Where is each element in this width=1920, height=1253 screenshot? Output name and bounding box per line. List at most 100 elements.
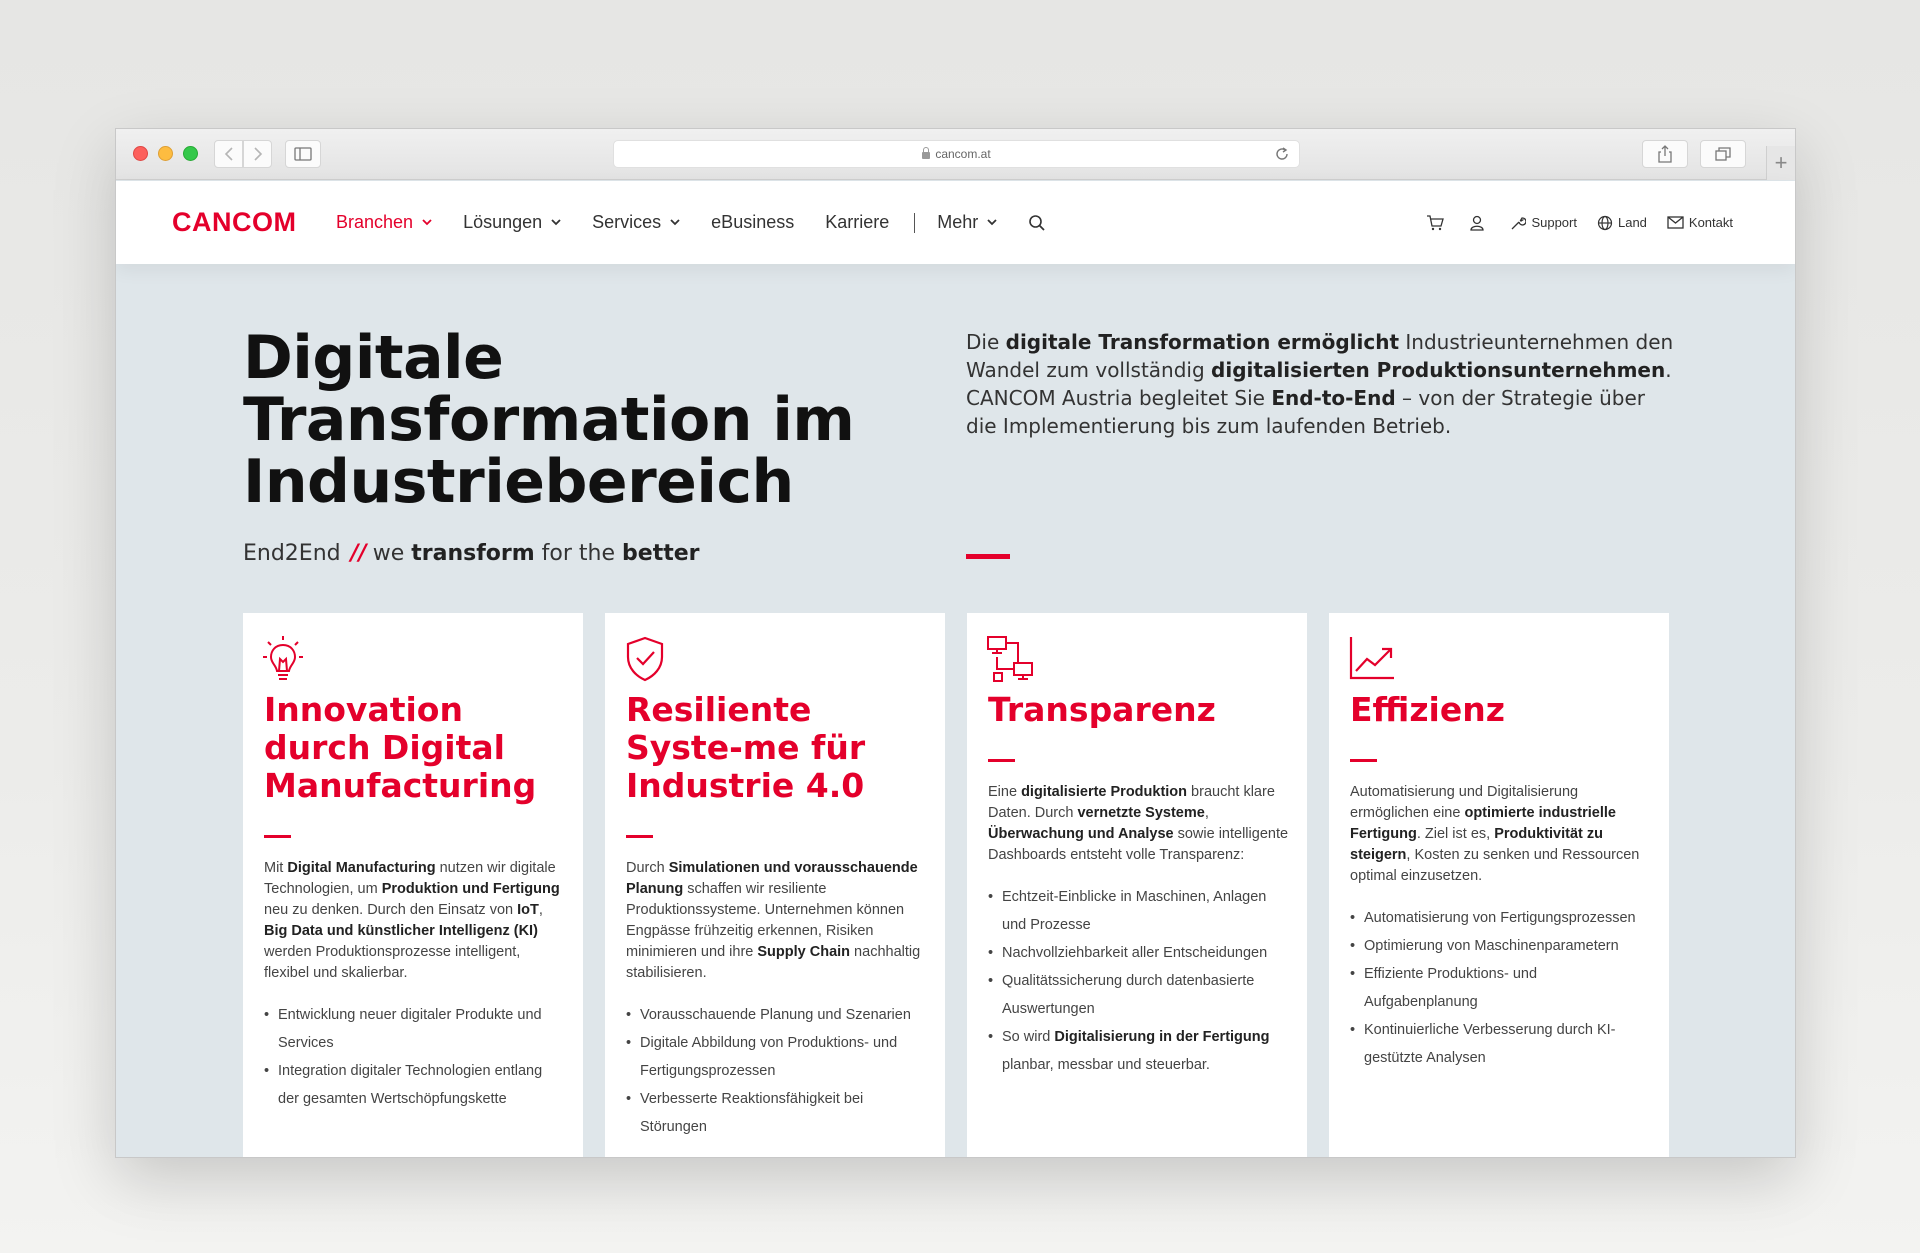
lock-icon bbox=[922, 146, 931, 159]
card-text: Durch Simulationen und vorausschauende P… bbox=[626, 858, 928, 984]
card-bullet-list: Automatisierung von Fertigungsprozessen … bbox=[1350, 904, 1652, 1072]
slogan-slash: // bbox=[350, 541, 367, 566]
card-text: Mit Digital Manufacturing nutzen wir dig… bbox=[264, 858, 566, 984]
list-item: Optimierung von Maschinenparametern bbox=[1350, 932, 1652, 960]
card-body: Durch Simulationen und vorausschauende P… bbox=[626, 858, 928, 1141]
card-body: Mit Digital Manufacturing nutzen wir dig… bbox=[264, 858, 566, 1113]
text-part: Supply Chain bbox=[757, 944, 851, 960]
text-part: Big Data und künstlicher Intelligenz (KI… bbox=[264, 923, 538, 939]
tabs-icon bbox=[1715, 147, 1731, 161]
sidebar-toggle-button[interactable] bbox=[285, 140, 321, 168]
forward-button[interactable] bbox=[243, 140, 272, 168]
nav-divider bbox=[914, 212, 916, 233]
address-bar[interactable]: cancom.at bbox=[613, 140, 1300, 168]
search-icon[interactable] bbox=[1028, 214, 1046, 232]
share-icon bbox=[1658, 145, 1672, 163]
cancom-logo[interactable]: CANCOM bbox=[172, 207, 297, 238]
intro-text: Die digitale Transformation ermöglicht I… bbox=[966, 328, 1681, 440]
card-accent bbox=[1350, 759, 1377, 762]
text-part: Digital Manufacturing bbox=[287, 860, 436, 876]
nav-item-label: Karriere bbox=[825, 212, 890, 232]
feature-card: Transparenz Eine digitalisierte Produkti… bbox=[967, 613, 1307, 1157]
network-devices-icon bbox=[987, 636, 1033, 682]
intro-part: Die bbox=[966, 330, 1006, 354]
chevron-left-icon bbox=[224, 147, 233, 161]
text-part: Eine bbox=[988, 784, 1022, 800]
card-body: Automatisierung und Digitalisierung ermö… bbox=[1350, 782, 1652, 1072]
list-item: Effiziente Produktions- und Aufgabenplan… bbox=[1350, 960, 1652, 1016]
trending-chart-icon bbox=[1349, 637, 1394, 680]
card-title: Resiliente Syste-me für Industrie 4.0 bbox=[626, 690, 866, 805]
nav-item-label: Lösungen bbox=[463, 212, 543, 232]
nav-item-label: Branchen bbox=[336, 212, 414, 232]
text-part: vernetzte Systeme bbox=[1077, 805, 1205, 821]
nav-item-karriere[interactable]: Karriere bbox=[825, 212, 889, 233]
list-item: Integration digitaler Technologien entla… bbox=[264, 1057, 566, 1113]
card-bullet-list: Entwicklung neuer digitaler Produkte und… bbox=[264, 1001, 566, 1113]
main-navigation: Branchen Lösungen Services eBusiness Kar… bbox=[336, 181, 1046, 264]
nav-item-mehr[interactable]: Mehr bbox=[937, 212, 997, 233]
chevron-down-icon bbox=[987, 219, 997, 226]
text-part: , bbox=[538, 902, 543, 918]
list-item: Entwicklung neuer digitaler Produkte und… bbox=[264, 1001, 566, 1057]
url-text: cancom.at bbox=[935, 147, 991, 161]
feature-card: Resiliente Syste-me für Industrie 4.0 Du… bbox=[605, 613, 945, 1157]
text-part: planbar, messbar und steuerbar. bbox=[1002, 1057, 1210, 1073]
intro-part: digitale Transformation ermöglicht bbox=[1005, 330, 1400, 354]
text-part: , bbox=[1204, 805, 1209, 821]
nav-item-loesungen[interactable]: Lösungen bbox=[463, 212, 561, 233]
card-title: Transparenz bbox=[988, 690, 1216, 729]
text-part: Mit bbox=[264, 860, 288, 876]
text-part: Überwachung und Analyse bbox=[988, 826, 1174, 842]
slogan: End2End //we transform for the better bbox=[243, 541, 700, 566]
text-part: IoT bbox=[517, 902, 539, 918]
land-label: Land bbox=[1617, 215, 1647, 230]
card-title: Innovation durch Digital Manufacturing bbox=[264, 690, 537, 805]
card-body: Eine digitalisierte Produktion braucht k… bbox=[988, 782, 1290, 1079]
kontakt-label: Kontakt bbox=[1688, 215, 1733, 230]
slogan-part: we bbox=[372, 541, 405, 566]
reload-icon[interactable] bbox=[1274, 146, 1290, 162]
back-button[interactable] bbox=[214, 140, 243, 168]
slogan-part: End2End bbox=[243, 541, 341, 566]
list-item: Verbesserte Reaktionsfähigkeit bei Störu… bbox=[626, 1085, 928, 1141]
card-accent bbox=[626, 835, 653, 838]
account-button[interactable] bbox=[1469, 215, 1490, 231]
cart-button[interactable] bbox=[1426, 214, 1449, 231]
nav-item-branchen[interactable]: Branchen bbox=[336, 212, 432, 233]
country-selector[interactable]: Land bbox=[1597, 215, 1647, 231]
title-line: Digitale bbox=[243, 323, 504, 393]
chevron-down-icon bbox=[422, 219, 432, 226]
globe-icon bbox=[1597, 215, 1613, 230]
lightbulb-icon bbox=[263, 636, 303, 680]
card-accent bbox=[264, 835, 291, 838]
text-part: So wird bbox=[1002, 1029, 1055, 1045]
maximize-window-button[interactable] bbox=[183, 146, 198, 161]
chevron-down-icon bbox=[670, 219, 680, 226]
title-line: Transformation im bbox=[243, 385, 855, 455]
sidebar-icon bbox=[294, 147, 312, 161]
share-button[interactable] bbox=[1642, 140, 1688, 168]
utility-navigation: Support Land Kontakt bbox=[1406, 181, 1733, 264]
text-part: werden Produktionsprozesse intelligent, … bbox=[264, 944, 521, 981]
new-tab-button[interactable]: + bbox=[1766, 146, 1795, 180]
feature-card: Innovation durch Digital Manufacturing M… bbox=[243, 613, 583, 1157]
slogan-part: better bbox=[622, 541, 700, 566]
text-part: Produktion und Fertigung bbox=[381, 881, 560, 897]
card-title: Effizienz bbox=[1350, 690, 1505, 729]
close-window-button[interactable] bbox=[133, 146, 148, 161]
minimize-window-button[interactable] bbox=[158, 146, 173, 161]
mail-icon bbox=[1667, 216, 1684, 229]
contact-link[interactable]: Kontakt bbox=[1667, 215, 1733, 230]
tabs-overview-button[interactable] bbox=[1700, 140, 1746, 168]
nav-item-ebusiness[interactable]: eBusiness bbox=[711, 212, 794, 233]
nav-item-services[interactable]: Services bbox=[592, 212, 680, 233]
text-part: digitalisierte Produktion bbox=[1021, 784, 1188, 800]
card-bullet-list: Vorausschauende Planung und Szenarien Di… bbox=[626, 1001, 928, 1141]
user-icon bbox=[1470, 215, 1485, 231]
text-part: Durch bbox=[626, 860, 669, 876]
chevron-down-icon bbox=[551, 219, 561, 226]
support-link[interactable]: Support bbox=[1510, 215, 1577, 231]
shield-check-icon bbox=[626, 636, 664, 682]
intro-part: digitalisierten Produktionsunternehmen bbox=[1211, 358, 1666, 382]
